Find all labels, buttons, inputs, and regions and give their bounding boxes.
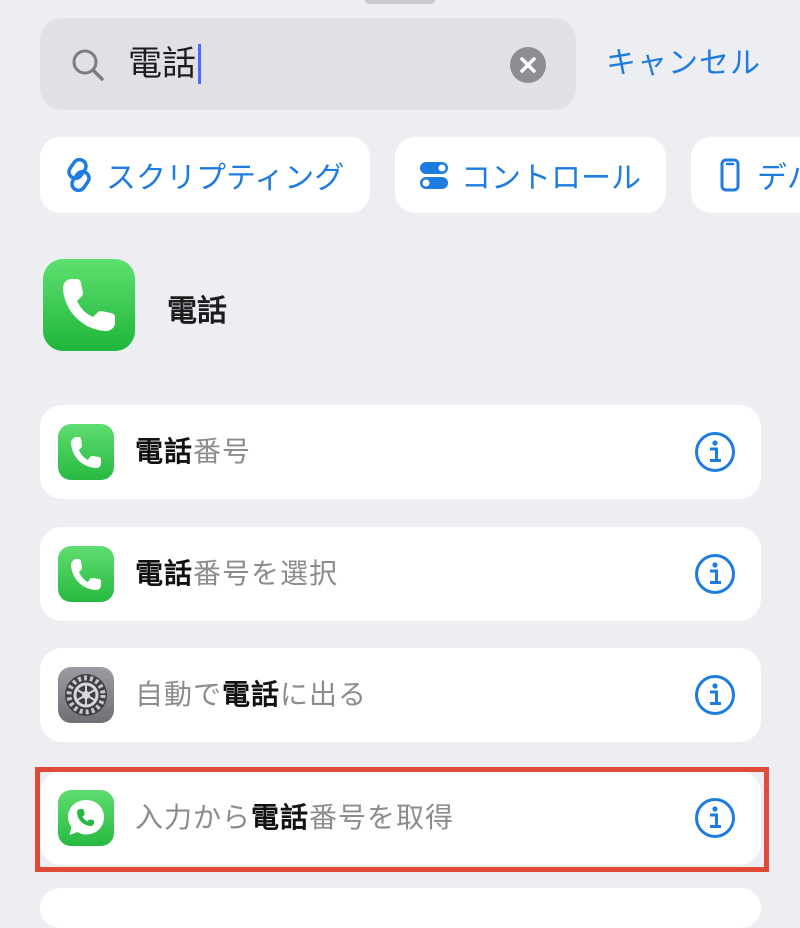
action-label: 電話番号を選択 (135, 557, 339, 590)
phone-handset-icon (63, 279, 115, 331)
action-row-get-phone-from-input[interactable]: 入力から電話番号を取得 (40, 771, 761, 865)
category-scripting[interactable]: スクリプティング (40, 137, 370, 213)
close-icon (520, 57, 536, 73)
app-section-title: 電話 (167, 294, 227, 329)
text-caret (198, 43, 201, 84)
link-icon (67, 158, 91, 192)
category-label: デバ (757, 161, 800, 196)
phone-icon (58, 424, 114, 480)
phone-app-icon[interactable] (43, 259, 135, 351)
cancel-button[interactable]: キャンセル (606, 44, 761, 84)
category-device[interactable]: デバ (691, 137, 800, 213)
action-row-auto-answer[interactable]: 自動で電話に出る (40, 648, 761, 742)
search-input[interactable]: 電話 (128, 42, 201, 86)
action-label: 入力から電話番号を取得 (135, 801, 455, 834)
toggle-icon (420, 162, 448, 189)
phone-bubble-icon (58, 790, 114, 846)
search-query: 電話 (128, 44, 196, 84)
phone-device-icon (720, 158, 740, 192)
search-bar[interactable]: 電話 (40, 18, 576, 110)
action-label: 自動で電話に出る (135, 678, 368, 711)
info-icon[interactable] (694, 797, 736, 839)
phone-icon (58, 546, 114, 602)
category-control[interactable]: コントロール (395, 137, 666, 213)
settings-gear-icon (58, 667, 114, 723)
clear-search-button[interactable] (510, 47, 546, 83)
action-label: 電話番号 (135, 435, 252, 468)
info-icon[interactable] (694, 431, 736, 473)
info-icon[interactable] (694, 553, 736, 595)
action-row-select-phone-number[interactable]: 電話番号を選択 (40, 527, 761, 621)
info-icon[interactable] (694, 674, 736, 716)
sheet-grabber[interactable] (365, 0, 435, 4)
action-row-phone-number[interactable]: 電話番号 (40, 405, 761, 499)
category-label: コントロール (461, 161, 641, 196)
action-row-partial[interactable] (40, 888, 761, 928)
category-label: スクリプティング (106, 161, 345, 196)
search-icon (72, 49, 104, 81)
